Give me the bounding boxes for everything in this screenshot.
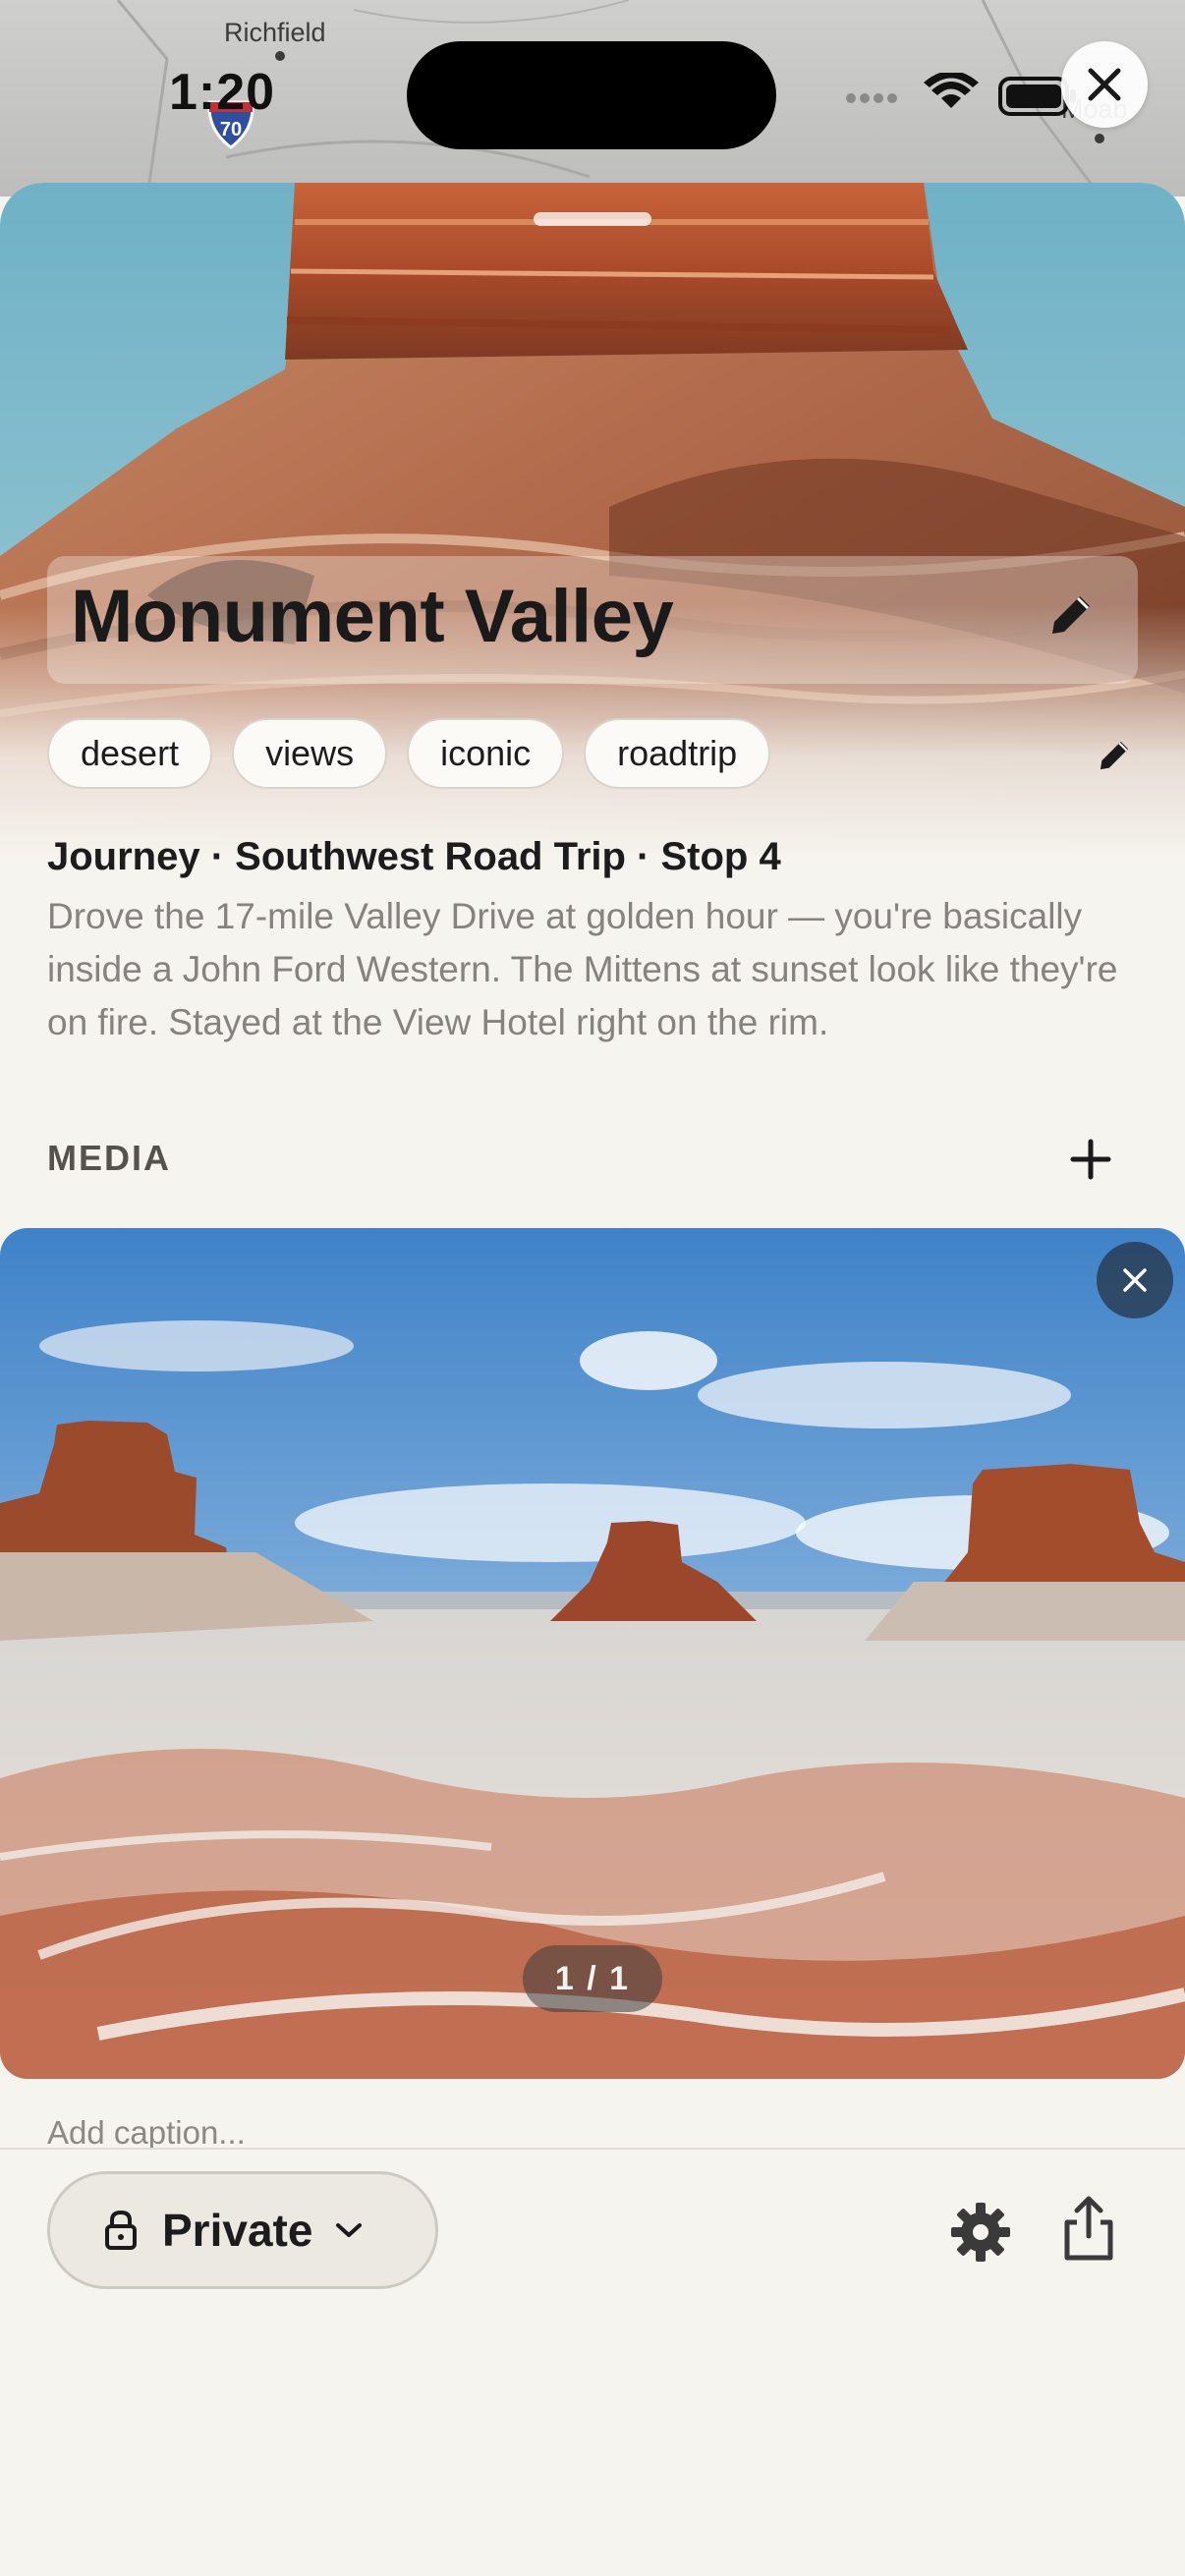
add-media-button[interactable]	[1061, 1130, 1120, 1189]
caption-input[interactable]: Add caption...	[47, 2114, 246, 2152]
tag-chip[interactable]: iconic	[407, 718, 565, 789]
pencil-icon	[1100, 741, 1129, 770]
share-icon	[1064, 2196, 1113, 2261]
status-icons	[845, 71, 1081, 120]
share-button[interactable]	[1057, 2193, 1120, 2264]
map-label-richfield: Richfield	[224, 18, 326, 47]
privacy-label: Private	[162, 2205, 313, 2256]
close-icon	[1088, 68, 1121, 101]
edit-tags-button[interactable]	[1087, 728, 1142, 783]
sheet-grabber[interactable]	[534, 212, 651, 226]
media-counter: 1 / 1	[523, 1945, 662, 2012]
status-time: 1:20	[169, 64, 276, 121]
tag-chip[interactable]: roadtrip	[584, 718, 771, 789]
tag-list: desert views iconic roadtrip	[47, 718, 771, 789]
plus-icon	[1070, 1139, 1111, 1180]
settings-button[interactable]	[949, 2201, 1012, 2264]
place-title: Monument Valley	[71, 575, 674, 658]
media-section-label: MEDIA	[47, 1138, 171, 1178]
wifi-icon	[924, 71, 979, 108]
interstate-number: 70	[220, 119, 242, 140]
lock-icon	[105, 2210, 137, 2250]
map-city-dot	[275, 51, 285, 61]
map-city-dot	[1095, 134, 1104, 143]
tag-chip[interactable]: views	[232, 718, 388, 789]
place-description[interactable]: Drove the 17-mile Valley Drive at golden…	[47, 890, 1148, 1049]
edit-title-button[interactable]	[1040, 584, 1102, 646]
gear-icon	[951, 2203, 1010, 2262]
dynamic-island	[407, 41, 776, 149]
journey-line[interactable]: Journey · Southwest Road Trip · Stop 4	[47, 835, 781, 879]
tag-chip[interactable]: desert	[47, 718, 213, 789]
cellular-signal-icon	[846, 93, 897, 103]
close-button[interactable]	[1061, 41, 1148, 128]
remove-media-button[interactable]	[1097, 1242, 1173, 1318]
close-icon	[1123, 1268, 1147, 1292]
privacy-selector[interactable]: Private	[47, 2171, 438, 2289]
chevron-down-icon	[336, 2223, 363, 2237]
pencil-icon	[1052, 596, 1090, 634]
